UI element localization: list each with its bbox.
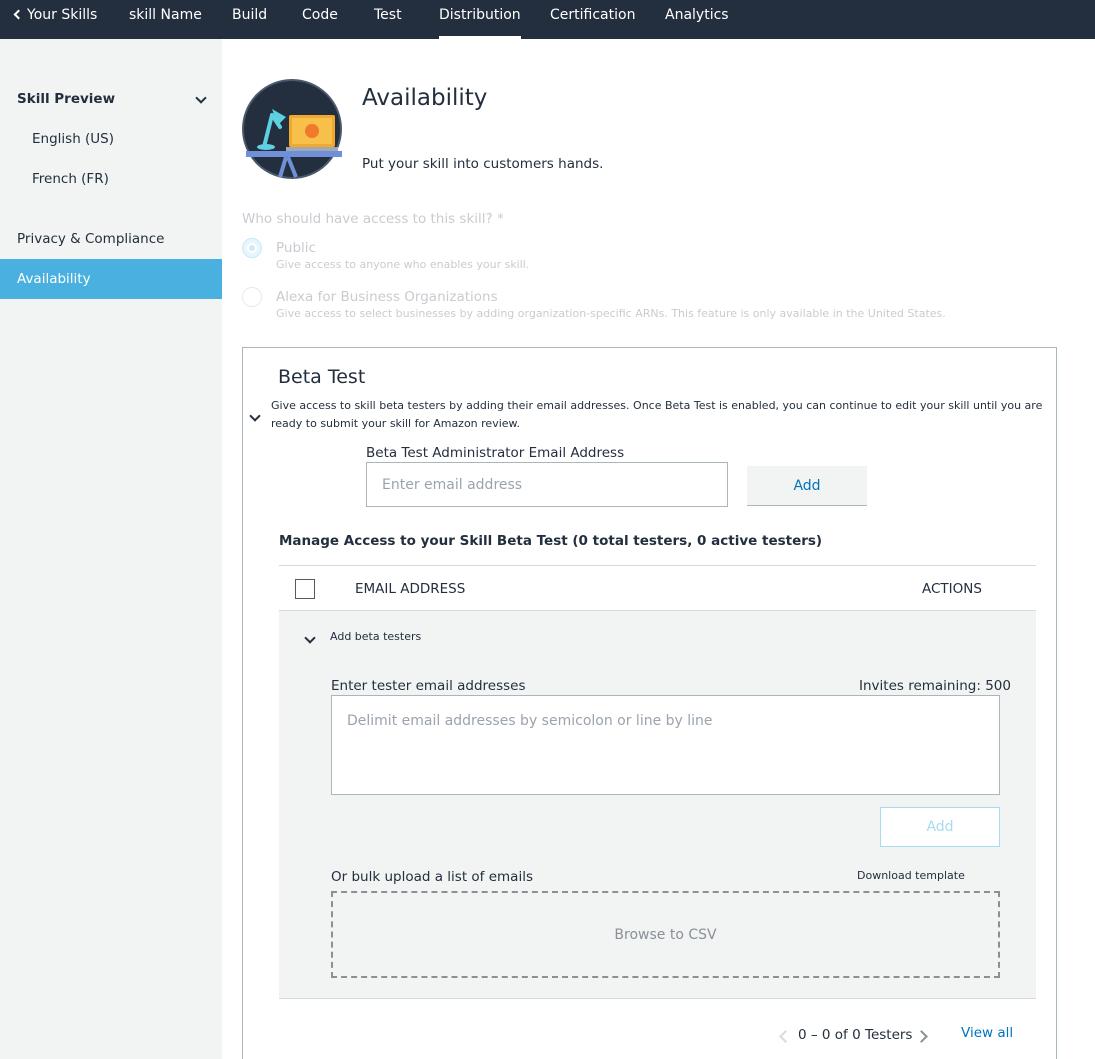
public-description: Give access to anyone who enables your s… <box>276 258 530 271</box>
add-testers-panel: Add beta testers Enter tester email addr… <box>279 610 1036 999</box>
sidebar-item-english[interactable]: English (US) <box>0 131 222 147</box>
nav-analytics[interactable]: Analytics <box>665 7 729 23</box>
sidebar-item-skill-preview[interactable]: Skill Preview <box>0 91 222 107</box>
public-radio[interactable] <box>242 238 262 258</box>
nav-certification[interactable]: Certification <box>550 7 635 23</box>
tester-emails-textarea[interactable]: Delimit email addresses by semicolon or … <box>331 695 1000 795</box>
nav-distribution[interactable]: Distribution <box>439 7 521 39</box>
chevron-left-icon <box>13 9 24 20</box>
availability-illustration <box>242 79 342 179</box>
nav-skill-name[interactable]: skill Name <box>129 7 202 23</box>
main-content: Availability Put your skill into custome… <box>222 39 1095 1059</box>
top-navigation: Your Skills skill Name Build Code Test D… <box>0 0 1095 39</box>
email-column-header: EMAIL ADDRESS <box>355 581 466 597</box>
select-all-checkbox[interactable] <box>295 579 315 599</box>
admin-email-label: Beta Test Administrator Email Address <box>366 445 625 461</box>
manage-access-title: Manage Access to your Skill Beta Test (0… <box>279 533 823 549</box>
tester-add-button[interactable]: Add <box>880 807 1000 847</box>
chevron-left-icon[interactable] <box>779 1030 792 1043</box>
download-template-link[interactable]: Download template <box>857 869 965 882</box>
beta-test-description-line2: ready to submit your skill for Amazon re… <box>271 417 521 430</box>
bulk-upload-label: Or bulk upload a list of emails <box>331 869 533 885</box>
page-subtitle: Put your skill into customers hands. <box>362 156 604 172</box>
admin-email-input[interactable]: Enter email address <box>366 462 728 507</box>
nav-test[interactable]: Test <box>374 7 402 23</box>
sidebar-item-privacy[interactable]: Privacy & Compliance <box>0 231 222 247</box>
sidebar-item-label: Skill Preview <box>17 91 116 107</box>
sidebar: Skill Preview English (US) French (FR) P… <box>0 39 222 1059</box>
view-all-link[interactable]: View all <box>961 1025 1013 1041</box>
invites-remaining: Invites remaining: 500 <box>859 678 1011 694</box>
add-beta-testers-label[interactable]: Add beta testers <box>330 630 421 643</box>
back-label: Your Skills <box>27 7 98 23</box>
back-to-skills-link[interactable]: Your Skills <box>13 7 98 23</box>
pagination-status: 0 – 0 of 0 Testers <box>798 1027 913 1043</box>
sidebar-item-availability[interactable]: Availability <box>0 259 222 299</box>
table-divider <box>279 565 1036 566</box>
chevron-down-icon[interactable] <box>304 632 316 644</box>
access-question-label: Who should have access to this skill? * <box>242 211 504 227</box>
chevron-right-icon[interactable] <box>915 1030 928 1043</box>
a4b-description: Give access to select businesses by addi… <box>276 307 946 320</box>
nav-code[interactable]: Code <box>302 7 338 23</box>
beta-test-title: Beta Test <box>278 366 366 388</box>
chevron-down-icon <box>195 92 207 104</box>
beta-test-panel: Beta Test Give access to skill beta test… <box>242 347 1057 1059</box>
nav-build[interactable]: Build <box>232 7 267 23</box>
a4b-label: Alexa for Business Organizations <box>276 289 498 305</box>
beta-test-description-line1: Give access to skill beta testers by add… <box>271 399 1043 412</box>
actions-column-header: ACTIONS <box>922 581 982 597</box>
sidebar-item-french[interactable]: French (FR) <box>0 171 222 187</box>
public-label: Public <box>276 240 316 256</box>
a4b-radio[interactable] <box>242 287 262 307</box>
tester-emails-label: Enter tester email addresses <box>331 678 526 694</box>
admin-add-button[interactable]: Add <box>747 466 867 506</box>
chevron-down-icon[interactable] <box>249 410 261 422</box>
csv-dropzone[interactable]: Browse to CSV <box>331 891 1000 978</box>
page-title: Availability <box>362 85 488 111</box>
